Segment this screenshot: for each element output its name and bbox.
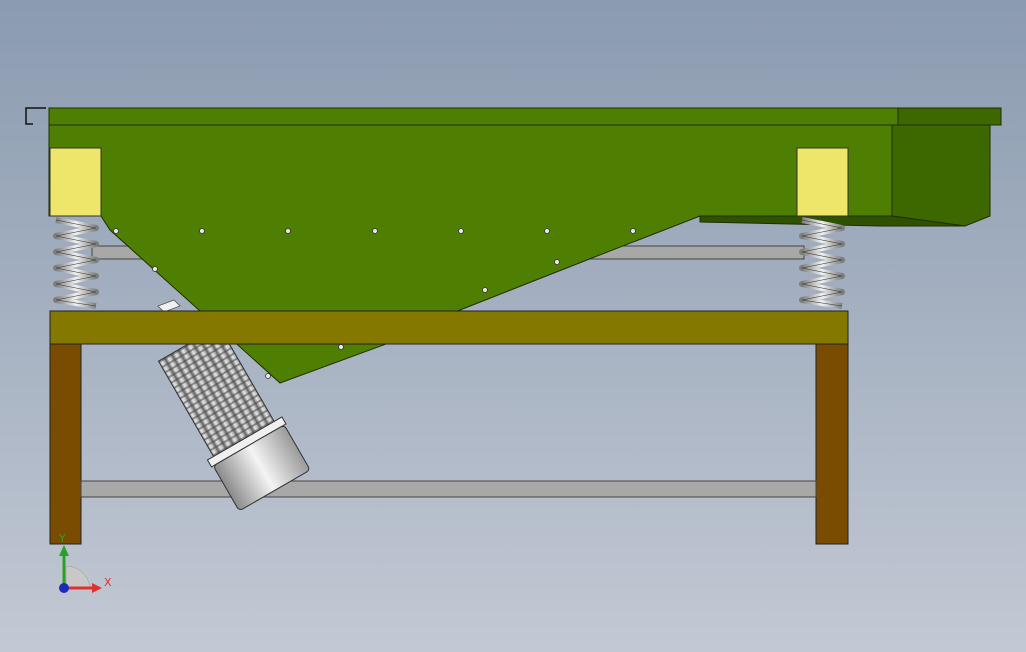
lower-crossbar: [80, 480, 817, 498]
left-spring: [53, 217, 99, 309]
triad-arc: [65, 565, 91, 589]
coordinate-triad: [59, 545, 102, 593]
hopper-outlet-box: [891, 123, 991, 227]
y-axis-label: Y: [59, 532, 66, 545]
triad-origin: [59, 583, 69, 593]
x-axis-label: X: [104, 576, 112, 589]
right-spring-block: [796, 147, 849, 217]
motor-mount-plate: [157, 299, 181, 313]
right-spring: [799, 217, 845, 309]
top-left-bracket: [25, 107, 46, 125]
cad-viewport[interactable]: X Y: [0, 0, 1026, 652]
support-frame-top-beam: [49, 310, 849, 345]
outlet-top-plate: [897, 107, 1002, 126]
vibrating-feeder-model[interactable]: [0, 0, 1026, 652]
hopper-top-plate: [48, 107, 900, 126]
left-spring-block: [49, 147, 102, 217]
left-leg: [49, 343, 82, 545]
right-leg: [815, 343, 849, 545]
